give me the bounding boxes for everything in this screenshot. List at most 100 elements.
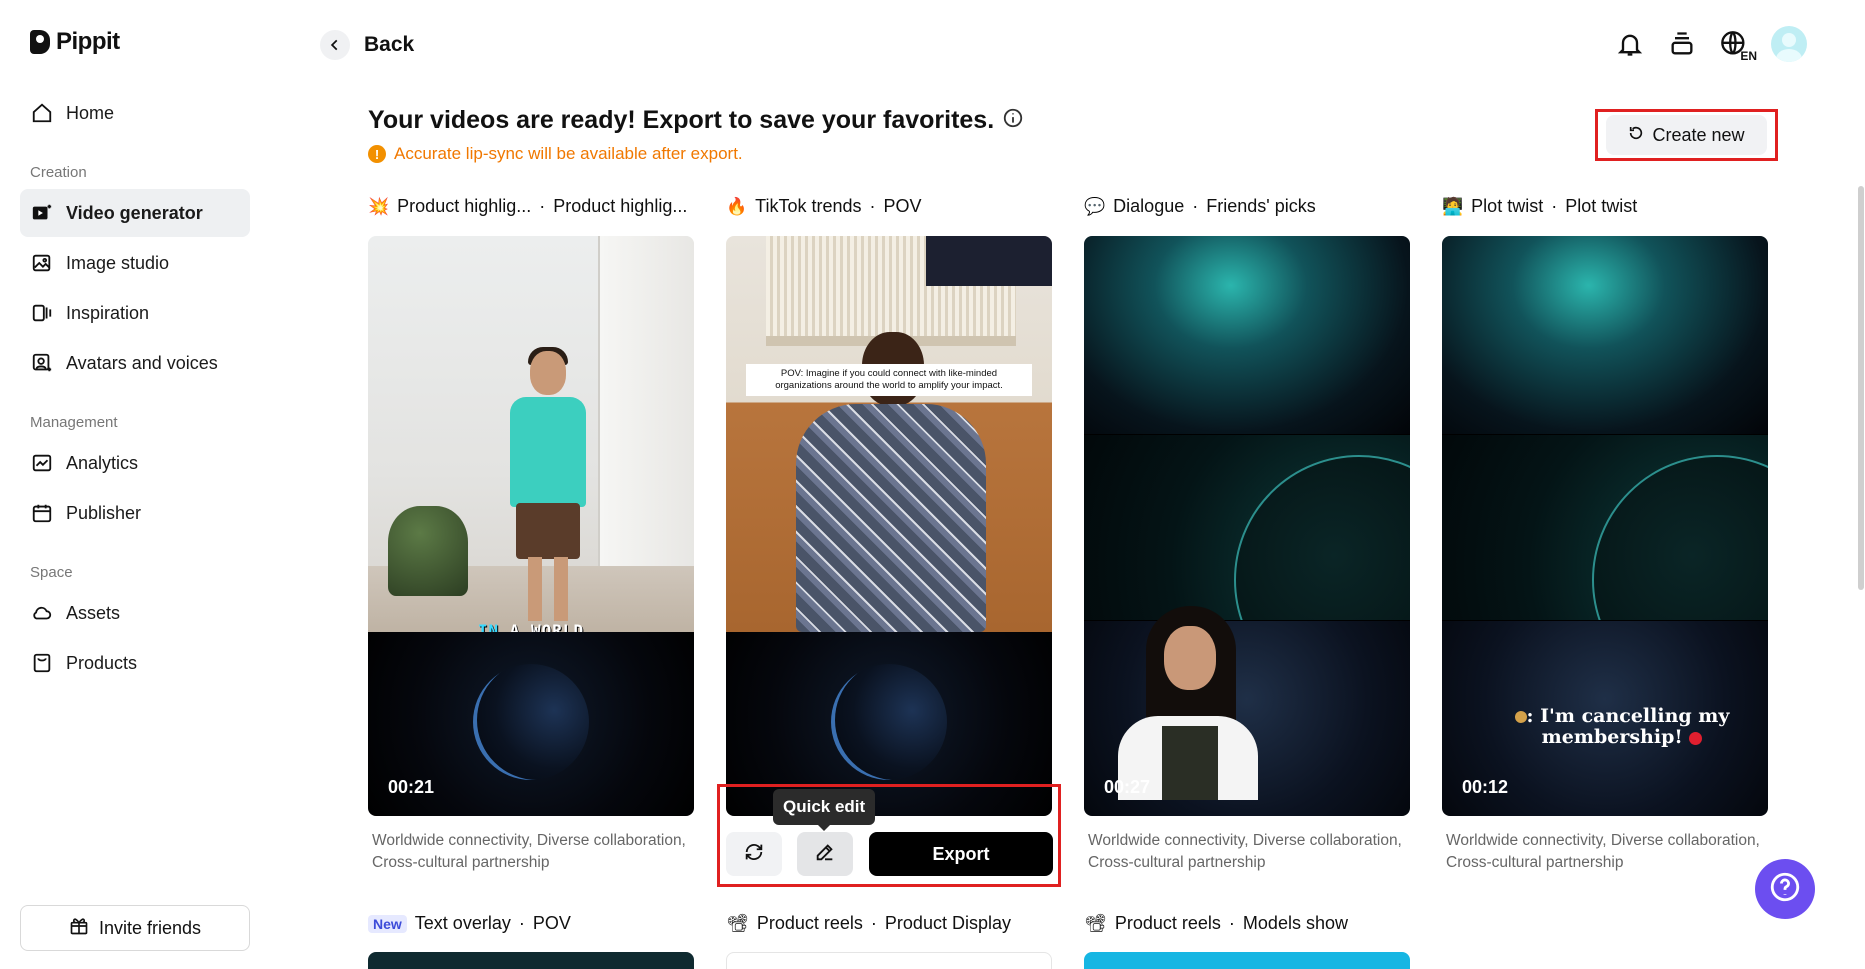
sidebar-item-label: Avatars and voices [66, 352, 218, 373]
product-box-icon [30, 651, 54, 675]
sidebar-item-assets[interactable]: Assets [20, 589, 250, 637]
bell-icon[interactable] [1615, 29, 1645, 59]
quick-edit-button[interactable] [797, 832, 853, 876]
thumbnail-scene: POV: Imagine if you could connect with l… [726, 236, 1052, 632]
create-new-button[interactable]: Create new [1606, 115, 1767, 155]
sidebar-item-avatars-and-voices[interactable]: Avatars and voices [20, 339, 250, 387]
video-thumbnail[interactable] [368, 952, 694, 969]
film-projector-icon: 📽 [726, 913, 749, 933]
invite-friends-button[interactable]: Invite friends [20, 905, 250, 951]
page-title-row: Your videos are ready! Export to save yo… [368, 106, 1024, 135]
invite-friends-label: Invite friends [98, 917, 202, 938]
refresh-icon [1628, 125, 1644, 146]
card-category: Product highlig... [397, 196, 532, 216]
sidebar-item-label: Home [66, 102, 115, 123]
video-duration: 00:12 [1462, 777, 1509, 797]
logo[interactable]: Pippit [30, 28, 120, 56]
logo-text: Pippit [56, 28, 120, 55]
sidebar-item-home[interactable]: Home [20, 89, 250, 137]
sidebar-item-analytics[interactable]: Analytics [20, 439, 250, 487]
card-style: Product highlig... [553, 196, 688, 216]
sidebar-section-management: Management [30, 414, 118, 431]
scene-face [1164, 626, 1216, 690]
sidebar-item-label: Inspiration [66, 302, 150, 323]
analytics-icon [30, 451, 54, 475]
warning-icon: ! [368, 145, 386, 163]
home-icon [30, 101, 54, 125]
sidebar-item-label: Products [66, 652, 138, 673]
cloud-icon [30, 601, 54, 625]
sidebar-item-label: Analytics [66, 452, 139, 473]
create-new-label: Create new [1652, 124, 1745, 145]
sidebar-item-label: Assets [66, 602, 121, 623]
video-thumbnail[interactable]: 00:27 [1084, 236, 1410, 816]
calendar-icon [30, 501, 54, 525]
card-category: Dialogue [1113, 196, 1185, 216]
regenerate-button[interactable] [726, 832, 782, 876]
card-description: Worldwide connectivity, Diverse collabor… [1088, 832, 1402, 871]
back-label: Back [364, 33, 415, 56]
sidebar-item-image-studio[interactable]: Image studio [20, 239, 250, 287]
card-style: Friends' picks [1206, 196, 1316, 216]
card-style: Plot twist [1565, 196, 1638, 216]
card-category: TikTok trends [755, 196, 862, 216]
sidebar-item-inspiration[interactable]: Inspiration [20, 289, 250, 337]
language-label: EN [1740, 49, 1757, 63]
sidebar-section-creation: Creation [30, 164, 87, 181]
sidebar-item-publisher[interactable]: Publisher [20, 489, 250, 537]
video-quote: : I'm cancelling my membership! [1482, 706, 1762, 748]
video-thumbnail[interactable]: POV: Imagine if you could connect with l… [726, 236, 1052, 816]
sidebar-item-video-generator[interactable]: Video generator [20, 189, 250, 237]
export-button[interactable]: Export [869, 832, 1053, 876]
card-separator: · [1228, 913, 1235, 933]
inspiration-icon [30, 301, 54, 325]
video-thumbnail[interactable]: : I'm cancelling my membership! 00:12 [1442, 236, 1768, 816]
video-generator-icon [30, 201, 54, 225]
help-button[interactable] [1755, 859, 1815, 919]
image-studio-icon [30, 251, 54, 275]
scrollbar-thumb[interactable] [1858, 186, 1864, 590]
chat-icon: 💬 [1084, 196, 1106, 216]
video-duration: 00:21 [388, 777, 435, 797]
card-separator: · [1192, 196, 1199, 216]
card-style: POV [883, 196, 922, 216]
card-separator: · [518, 913, 525, 933]
video-thumbnail[interactable] [1084, 952, 1410, 969]
scene-body [796, 404, 986, 632]
card-style: POV [532, 913, 571, 933]
card-title: 💥 Product highlig... · Product highlig..… [368, 196, 687, 217]
scene-earth-band [1084, 434, 1410, 705]
video-thumbnail[interactable] [726, 952, 1052, 969]
warning-text: Accurate lip-sync will be available afte… [394, 144, 743, 163]
stack-icon[interactable] [1667, 29, 1697, 59]
card-style: Models show [1242, 913, 1348, 933]
card-category: Plot twist [1471, 196, 1544, 216]
globe-icon[interactable]: EN [1719, 29, 1757, 63]
back-button[interactable]: Back [320, 30, 414, 60]
face-icon [1514, 711, 1527, 723]
sidebar: Pippit Home Creation Video generator Ima… [0, 0, 270, 969]
scrollbar[interactable] [1857, 90, 1865, 590]
video-thumbnail[interactable]: IN A WORLD 00:21 [368, 236, 694, 816]
fire-icon: 🔥 [726, 196, 748, 216]
card-separator: · [869, 196, 876, 216]
sidebar-section-space: Space [30, 564, 73, 581]
sidebar-item-label: Video generator [66, 202, 203, 223]
scene-aurora [1442, 236, 1768, 434]
card-description: Worldwide connectivity, Diverse collabor… [1446, 832, 1760, 871]
info-icon[interactable] [1002, 107, 1024, 134]
scene-aurora [1084, 236, 1410, 434]
scene-shirt [510, 397, 586, 507]
card-title: 📽 Product reels · Product Display [726, 913, 1011, 934]
sidebar-item-products[interactable]: Products [20, 639, 250, 687]
page-title: Your videos are ready! Export to save yo… [368, 106, 995, 134]
card-category: Text overlay [414, 913, 511, 933]
scene-legs [528, 557, 568, 621]
scene-head [530, 351, 566, 395]
card-style: Product Display [884, 913, 1011, 933]
scene-plant [388, 506, 468, 596]
card-title: 🧑‍💻 Plot twist · Plot twist [1442, 196, 1637, 217]
card-title: 🔥 TikTok trends · POV [726, 196, 922, 217]
user-avatar[interactable] [1771, 26, 1807, 62]
logo-icon [30, 30, 50, 54]
